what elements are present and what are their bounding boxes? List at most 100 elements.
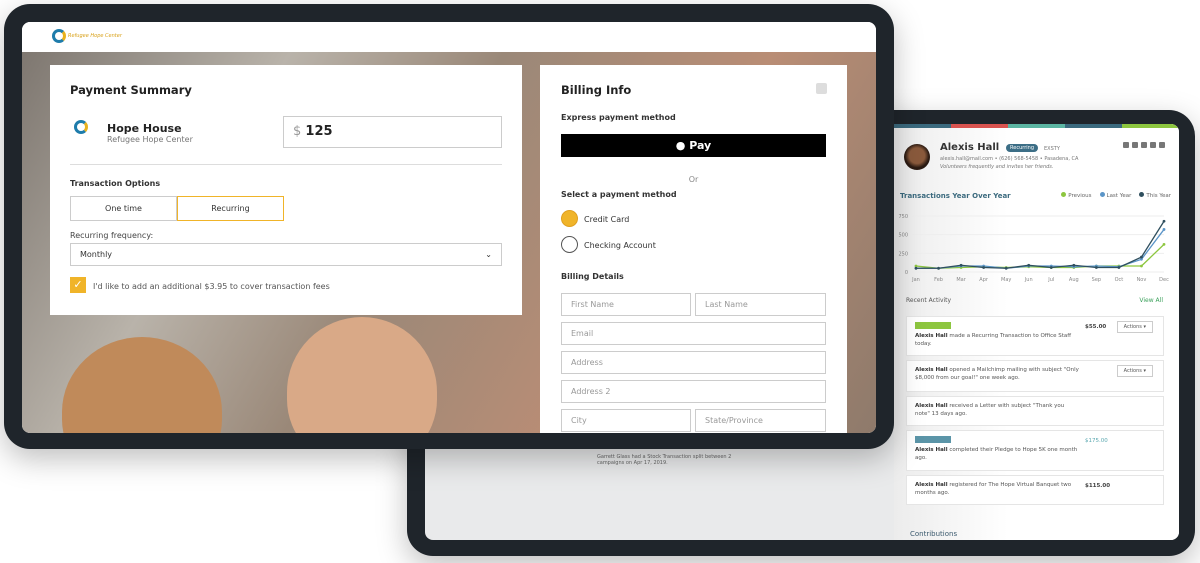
logo[interactable]: Refugee Hope Center xyxy=(52,29,122,43)
lock-icon xyxy=(816,83,827,94)
billing-details-label: Billing Details xyxy=(561,272,624,281)
site-header: Refugee Hope Center xyxy=(22,22,876,52)
strip-segment xyxy=(894,124,951,128)
strip-segment xyxy=(1122,124,1179,128)
strip-segment xyxy=(951,124,1008,128)
actions-dropdown[interactable]: Actions ▾ xyxy=(1116,365,1153,377)
child-image xyxy=(287,317,437,433)
contributions-heading: Contributions xyxy=(910,530,958,538)
payment-summary-card: Payment Summary Hope House Refugee Hope … xyxy=(50,65,522,315)
donation-screen: Refugee Hope Center Payment Summary Hope… xyxy=(22,22,876,433)
activity-text: Alexis Hall received a Letter with subje… xyxy=(915,403,1065,417)
x-tick-label: Sep xyxy=(1092,277,1101,283)
activity-amount: $55.00 xyxy=(1085,324,1107,330)
y-tick-label: 250 xyxy=(898,251,908,257)
org-subtitle: Refugee Hope Center xyxy=(107,135,193,144)
org-name: Hope House xyxy=(107,122,182,135)
x-tick-label: Jun xyxy=(1024,277,1033,283)
activity-color-bar xyxy=(915,322,951,329)
activity-item: Alexis Hall opened a Mailchimp mailing w… xyxy=(906,360,1164,392)
activity-item: Alexis Hall made a Recurring Transaction… xyxy=(906,316,1164,356)
y-tick-label: 500 xyxy=(898,233,908,239)
frequency-label: Recurring frequency: xyxy=(70,231,154,240)
legend-last-year: Last Year xyxy=(1099,192,1131,199)
activity-amount: $175.00 xyxy=(1085,438,1108,444)
first-name-input[interactable]: First Name xyxy=(561,293,691,316)
donor-note: Volunteers frequently and invites her fr… xyxy=(940,164,1054,170)
x-tick-label: Feb xyxy=(934,277,943,283)
frequency-select[interactable]: Monthly ⌄ xyxy=(70,243,502,266)
last-name-input[interactable]: Last Name xyxy=(695,293,826,316)
y-tick-label: 0 xyxy=(905,270,908,276)
x-tick-label: May xyxy=(1001,277,1011,283)
recent-activity-heading: Recent Activity xyxy=(906,297,952,304)
avatar xyxy=(904,144,930,170)
recurring-button[interactable]: Recurring xyxy=(177,196,284,221)
x-tick-label: Dec xyxy=(1159,277,1169,283)
linkedin-icon[interactable] xyxy=(1141,142,1147,148)
strip-segment xyxy=(1065,124,1122,128)
transactions-chart: 0 250 500 750 Jan Feb Mar Apr May Jun Jul Aug Sep Oct… xyxy=(898,214,1169,283)
series-line xyxy=(916,229,1165,269)
payment-summary-title: Payment Summary xyxy=(70,83,192,97)
x-tick-label: Jul xyxy=(1047,277,1054,283)
color-strip xyxy=(894,124,1179,128)
chart-title: Transactions Year Over Year xyxy=(900,192,1011,200)
city-input[interactable]: City xyxy=(561,409,691,432)
social-icons[interactable] xyxy=(1123,142,1165,148)
y-tick-label: 750 xyxy=(898,214,908,220)
transaction-options-label: Transaction Options xyxy=(70,179,161,188)
credit-card-label[interactable]: Credit Card xyxy=(584,215,629,224)
x-tick-label: Aug xyxy=(1069,277,1079,283)
chart-legend: Previous Last Year This Year xyxy=(1061,192,1171,199)
badge-sub: EXSTY xyxy=(1044,146,1060,152)
state-input[interactable]: State/Province xyxy=(695,409,826,432)
or-divider: Or xyxy=(688,175,699,184)
facebook-icon[interactable] xyxy=(1123,142,1129,148)
address2-input[interactable]: Address 2 xyxy=(561,380,826,403)
x-tick-label: Apr xyxy=(979,277,989,283)
logo-icon xyxy=(52,29,66,43)
donor-profile-panel: Alexis Hall Recurring EXSTY alexis.hall@… xyxy=(894,124,1179,540)
activity-text: Alexis Hall made a Recurring Transaction… xyxy=(915,333,1072,347)
credit-card-radio[interactable] xyxy=(561,210,578,227)
activity-text: Alexis Hall registered for The Hope Virt… xyxy=(915,482,1072,496)
divider xyxy=(70,164,502,165)
activity-text: Alexis Hall completed their Pledge to Ho… xyxy=(915,447,1078,461)
data-point xyxy=(1027,263,1031,267)
fee-label: I'd like to add an additional $3.95 to c… xyxy=(93,282,330,291)
actions-dropdown[interactable]: Actions ▾ xyxy=(1116,321,1153,333)
one-time-button[interactable]: One time xyxy=(70,196,177,221)
data-point xyxy=(1140,264,1143,268)
express-label: Express payment method xyxy=(561,113,676,122)
chevron-down-icon: ⌄ xyxy=(485,250,492,259)
amount-input[interactable]: $ 125 xyxy=(283,116,502,148)
checking-radio[interactable] xyxy=(561,236,578,253)
activity-text: Garrett Glass had a Stock Transaction sp… xyxy=(597,454,732,466)
email-input[interactable]: Email xyxy=(561,322,826,345)
legend-previous: Previous xyxy=(1061,192,1092,199)
data-point xyxy=(937,266,940,270)
data-point xyxy=(959,263,963,267)
billing-info-card: Billing Info Express payment method ● Pa… xyxy=(540,65,847,433)
data-point xyxy=(1004,266,1008,270)
data-point xyxy=(914,266,918,270)
data-point xyxy=(1072,263,1076,267)
x-tick-label: Nov xyxy=(1137,277,1147,283)
view-all-link[interactable]: View All xyxy=(1139,297,1163,304)
billing-info-title: Billing Info xyxy=(561,83,632,97)
select-method-label: Select a payment method xyxy=(561,190,677,199)
data-point xyxy=(1094,266,1098,269)
data-point xyxy=(1162,242,1166,246)
recurring-badge: Recurring xyxy=(1006,144,1038,152)
checking-label[interactable]: Checking Account xyxy=(584,241,656,250)
fee-checkbox[interactable]: ✓ xyxy=(70,277,86,293)
apple-pay-button[interactable]: ● Pay xyxy=(561,134,826,157)
twitter-icon[interactable] xyxy=(1132,142,1138,148)
address-input[interactable]: Address xyxy=(561,351,826,374)
youtube-icon[interactable] xyxy=(1159,142,1165,148)
x-tick-label: Oct xyxy=(1115,277,1124,283)
pinterest-icon[interactable] xyxy=(1150,142,1156,148)
apple-icon: ● xyxy=(675,139,686,152)
activity-item: Alexis Hall received a Letter with subje… xyxy=(906,396,1164,426)
